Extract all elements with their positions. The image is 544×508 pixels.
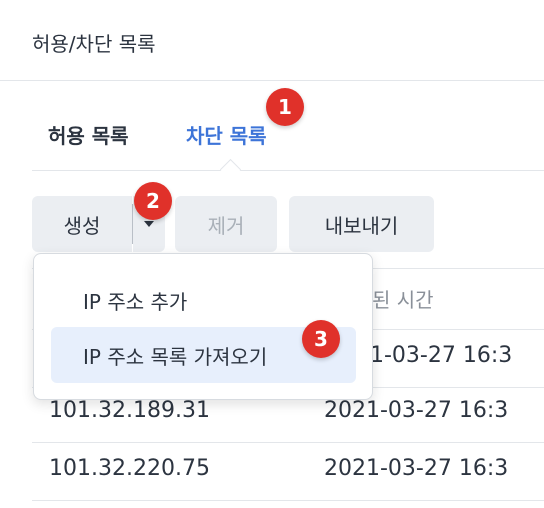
active-tab-indicator <box>219 158 242 181</box>
remove-button[interactable]: 제거 <box>175 196 277 252</box>
step-badge-1: 1 <box>266 88 304 126</box>
table-row[interactable]: 101.32.220.75 2021-03-27 16:3 <box>32 442 544 501</box>
tab-block-list[interactable]: 차단 목록 <box>186 120 267 149</box>
cell-ip: 101.32.189.31 <box>49 398 210 423</box>
step-badge-2: 2 <box>134 182 172 220</box>
step-badge-3: 3 <box>302 320 340 358</box>
menu-item-add-ip[interactable]: IP 주소 추가 <box>51 272 356 328</box>
cell-time: 2021-03-27 16:3 <box>324 456 509 481</box>
tabs-divider <box>32 170 544 171</box>
create-button[interactable]: 생성 <box>32 196 132 252</box>
page-title: 허용/차단 목록 <box>32 32 156 56</box>
cell-time: 1-03-27 16:3 <box>370 343 513 368</box>
cell-ip: 101.32.220.75 <box>49 456 210 481</box>
title-bar: 허용/차단 목록 <box>0 0 544 81</box>
column-header-time[interactable]: 된 시간 <box>372 284 434 313</box>
cell-time: 2021-03-27 16:3 <box>324 398 509 423</box>
export-button[interactable]: 내보내기 <box>289 196 434 252</box>
chevron-down-icon <box>144 221 154 227</box>
app-window: 허용/차단 목록 허용 목록 차단 목록 생성 제거 내보내기 된 시간 1-0… <box>0 0 544 508</box>
tab-allow-list[interactable]: 허용 목록 <box>48 120 129 149</box>
